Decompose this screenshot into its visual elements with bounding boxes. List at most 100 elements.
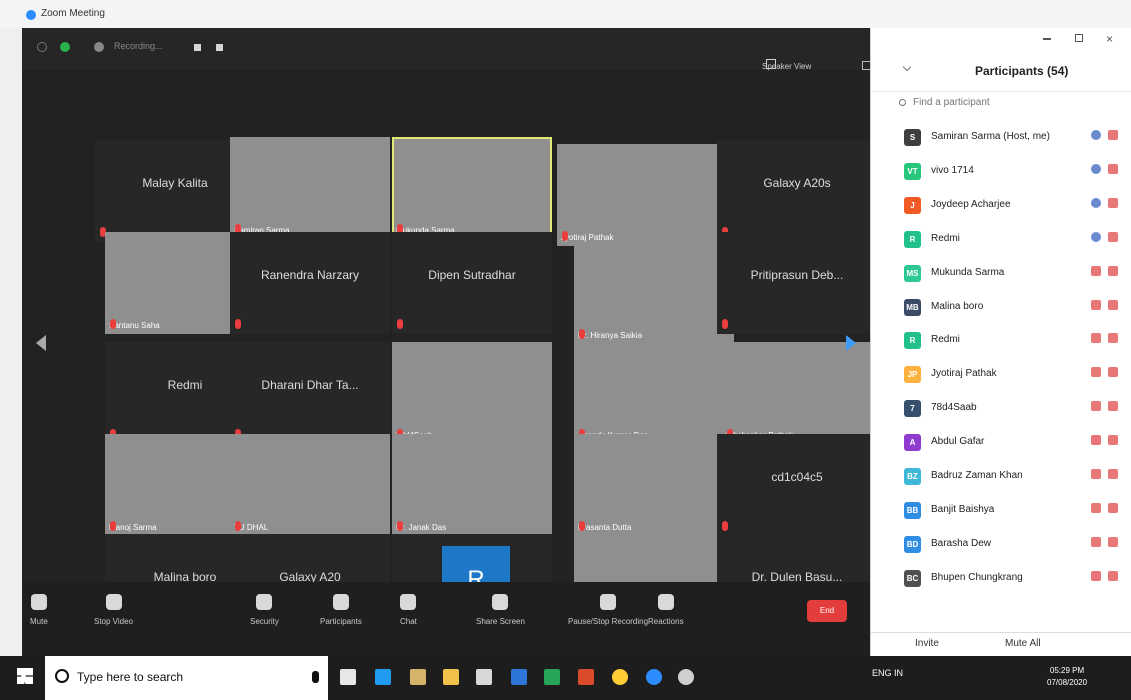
participant-tile[interactable]: Dr. Hiranya Saikia	[574, 242, 734, 344]
video-off-icon[interactable]	[1108, 265, 1118, 276]
video-off-icon[interactable]	[1108, 299, 1118, 310]
participant-search[interactable]	[896, 92, 1126, 112]
previous-page-icon[interactable]	[36, 335, 46, 351]
participant-tile[interactable]: 78d4Saab	[392, 342, 552, 444]
participant-row[interactable]: R Redmi	[886, 327, 1118, 360]
participant-name: Galaxy A20s	[763, 176, 831, 190]
close-icon[interactable]: ×	[1106, 32, 1113, 46]
participant-tile[interactable]: Samiran Sarma	[230, 137, 390, 239]
muted-mic-icon	[235, 521, 241, 531]
participant-tile[interactable]: Prasanta Dutta	[574, 434, 734, 536]
mic-muted-icon[interactable]	[1091, 367, 1101, 378]
edge-icon[interactable]	[375, 669, 391, 685]
video-off-icon[interactable]	[1108, 130, 1118, 140]
minimize-icon[interactable]	[1043, 38, 1051, 40]
mic-muted-icon[interactable]	[1091, 502, 1101, 513]
video-off-icon[interactable]	[1108, 367, 1118, 378]
participant-row[interactable]: 7 78d4Saab	[886, 395, 1118, 428]
video-off-icon[interactable]	[1108, 163, 1118, 174]
record-button[interactable]: Pause/Stop Recording	[568, 594, 648, 626]
participant-row[interactable]: R Redmi	[886, 226, 1118, 259]
mute-all-button[interactable]: Mute All	[1005, 638, 1041, 649]
participant-tile[interactable]: Ananda Kumar Das	[574, 342, 734, 444]
participant-row[interactable]: VT vivo 1714	[886, 158, 1118, 191]
avatar: BC	[904, 569, 921, 587]
microphone-icon[interactable]	[312, 671, 319, 683]
share-button[interactable]: Share Screen	[476, 594, 525, 626]
invite-button[interactable]: Invite	[915, 638, 939, 649]
participant-tile[interactable]: Dipen Sutradhar	[392, 232, 552, 334]
mic-muted-icon[interactable]	[1091, 536, 1101, 547]
mute-button[interactable]: Mute	[30, 594, 48, 626]
mic-on-icon[interactable]	[1091, 130, 1101, 140]
participant-tile[interactable]: TU DHAL	[230, 434, 390, 536]
chrome-icon[interactable]	[612, 669, 628, 685]
participant-row[interactable]: BD Barasha Dew	[886, 531, 1118, 564]
chat-button[interactable]: Chat	[400, 594, 417, 626]
mic-muted-icon[interactable]	[1091, 299, 1101, 310]
restore-icon[interactable]	[1075, 34, 1083, 42]
powerpoint-icon[interactable]	[578, 669, 594, 685]
participant-row[interactable]: MS Mukunda Sarma	[886, 260, 1118, 293]
mic-on-icon[interactable]	[1091, 197, 1101, 208]
participant-row[interactable]: A Abdul Gafar	[886, 429, 1118, 462]
mic-muted-icon[interactable]	[1091, 435, 1101, 446]
excel-icon[interactable]	[544, 669, 560, 685]
task-view-icon[interactable]	[340, 669, 356, 685]
reactions-button[interactable]: Reactions	[648, 594, 684, 626]
settings-icon[interactable]	[678, 669, 694, 685]
participant-tile[interactable]: Dr. Janak Das	[392, 434, 552, 536]
word-icon[interactable]	[511, 669, 527, 685]
participant-row[interactable]: S Samiran Sarma (Host, me)	[886, 124, 1118, 157]
mic-muted-icon[interactable]	[1091, 401, 1101, 412]
next-page-icon[interactable]	[846, 335, 856, 351]
participant-tile[interactable]: Sibshankar Pathak	[722, 342, 882, 444]
mic-on-icon[interactable]	[1091, 163, 1101, 174]
participant-row[interactable]: BC Bhupen Chungkrang	[886, 565, 1118, 598]
participant-name: Dipen Sutradhar	[428, 268, 516, 282]
mic-muted-icon[interactable]	[1091, 570, 1101, 581]
taskbar-clock[interactable]: 05:29 PM 07/08/2020	[1047, 665, 1087, 689]
video-off-icon[interactable]	[1108, 435, 1118, 446]
muted-mic-icon	[110, 319, 116, 329]
video-off-icon[interactable]	[1108, 197, 1118, 208]
video-off-icon[interactable]	[1108, 570, 1118, 581]
participant-row[interactable]: BB Banjit Baishya	[886, 497, 1118, 530]
participant-tile[interactable]: Dharani Dhar Ta...	[230, 342, 390, 444]
participants-button[interactable]: Participants	[320, 594, 362, 626]
video-off-icon[interactable]	[1108, 502, 1118, 513]
mic-muted-icon[interactable]	[1091, 469, 1101, 479]
taskbar: Type here to search ENG IN 05:29 PM 07/0…	[0, 656, 1131, 700]
participant-tile[interactable]: cd1c04c5	[717, 434, 877, 536]
zoom-taskbar-icon[interactable]	[646, 669, 662, 685]
mail-icon[interactable]	[476, 669, 492, 685]
video-off-icon[interactable]	[1108, 469, 1118, 479]
mic-muted-icon[interactable]	[1091, 265, 1101, 276]
participant-row[interactable]: JP Jyotiraj Pathak	[886, 361, 1118, 394]
video-off-icon[interactable]	[1108, 333, 1118, 344]
end-button[interactable]: End	[807, 600, 847, 622]
participant-tile[interactable]: Jyotiraj Pathak	[557, 144, 717, 246]
mic-muted-icon[interactable]	[1091, 333, 1101, 344]
taskbar-search-text[interactable]: Type here to search	[77, 670, 183, 684]
security-button[interactable]: Security	[250, 594, 279, 626]
participant-row[interactable]: J Joydeep Acharjee	[886, 192, 1118, 225]
store-icon[interactable]	[410, 669, 426, 685]
participant-tile[interactable]: Pritiprasun Deb...	[717, 232, 877, 334]
participant-tile[interactable]: Ranendra Narzary	[230, 232, 390, 334]
video-off-icon[interactable]	[1108, 401, 1118, 412]
taskbar-search-box[interactable]: Type here to search	[45, 656, 328, 700]
mic-on-icon[interactable]	[1091, 231, 1101, 242]
participant-tile[interactable]: Galaxy A20s	[717, 140, 877, 242]
video-off-icon[interactable]	[1108, 536, 1118, 547]
participant-search-input[interactable]	[913, 93, 1113, 111]
participant-tile[interactable]: Mukunda Sarma	[392, 137, 552, 239]
windows-start-icon[interactable]	[17, 668, 33, 684]
participant-row[interactable]: BZ Badruz Zaman Khan	[886, 463, 1118, 496]
video-button[interactable]: Stop Video	[94, 594, 133, 626]
chevron-down-icon[interactable]	[902, 62, 912, 72]
participant-name: Dharani Dhar Ta...	[261, 378, 359, 392]
file-explorer-icon[interactable]	[443, 669, 459, 685]
video-off-icon[interactable]	[1108, 231, 1118, 242]
participant-row[interactable]: MB Malina boro	[886, 294, 1118, 327]
